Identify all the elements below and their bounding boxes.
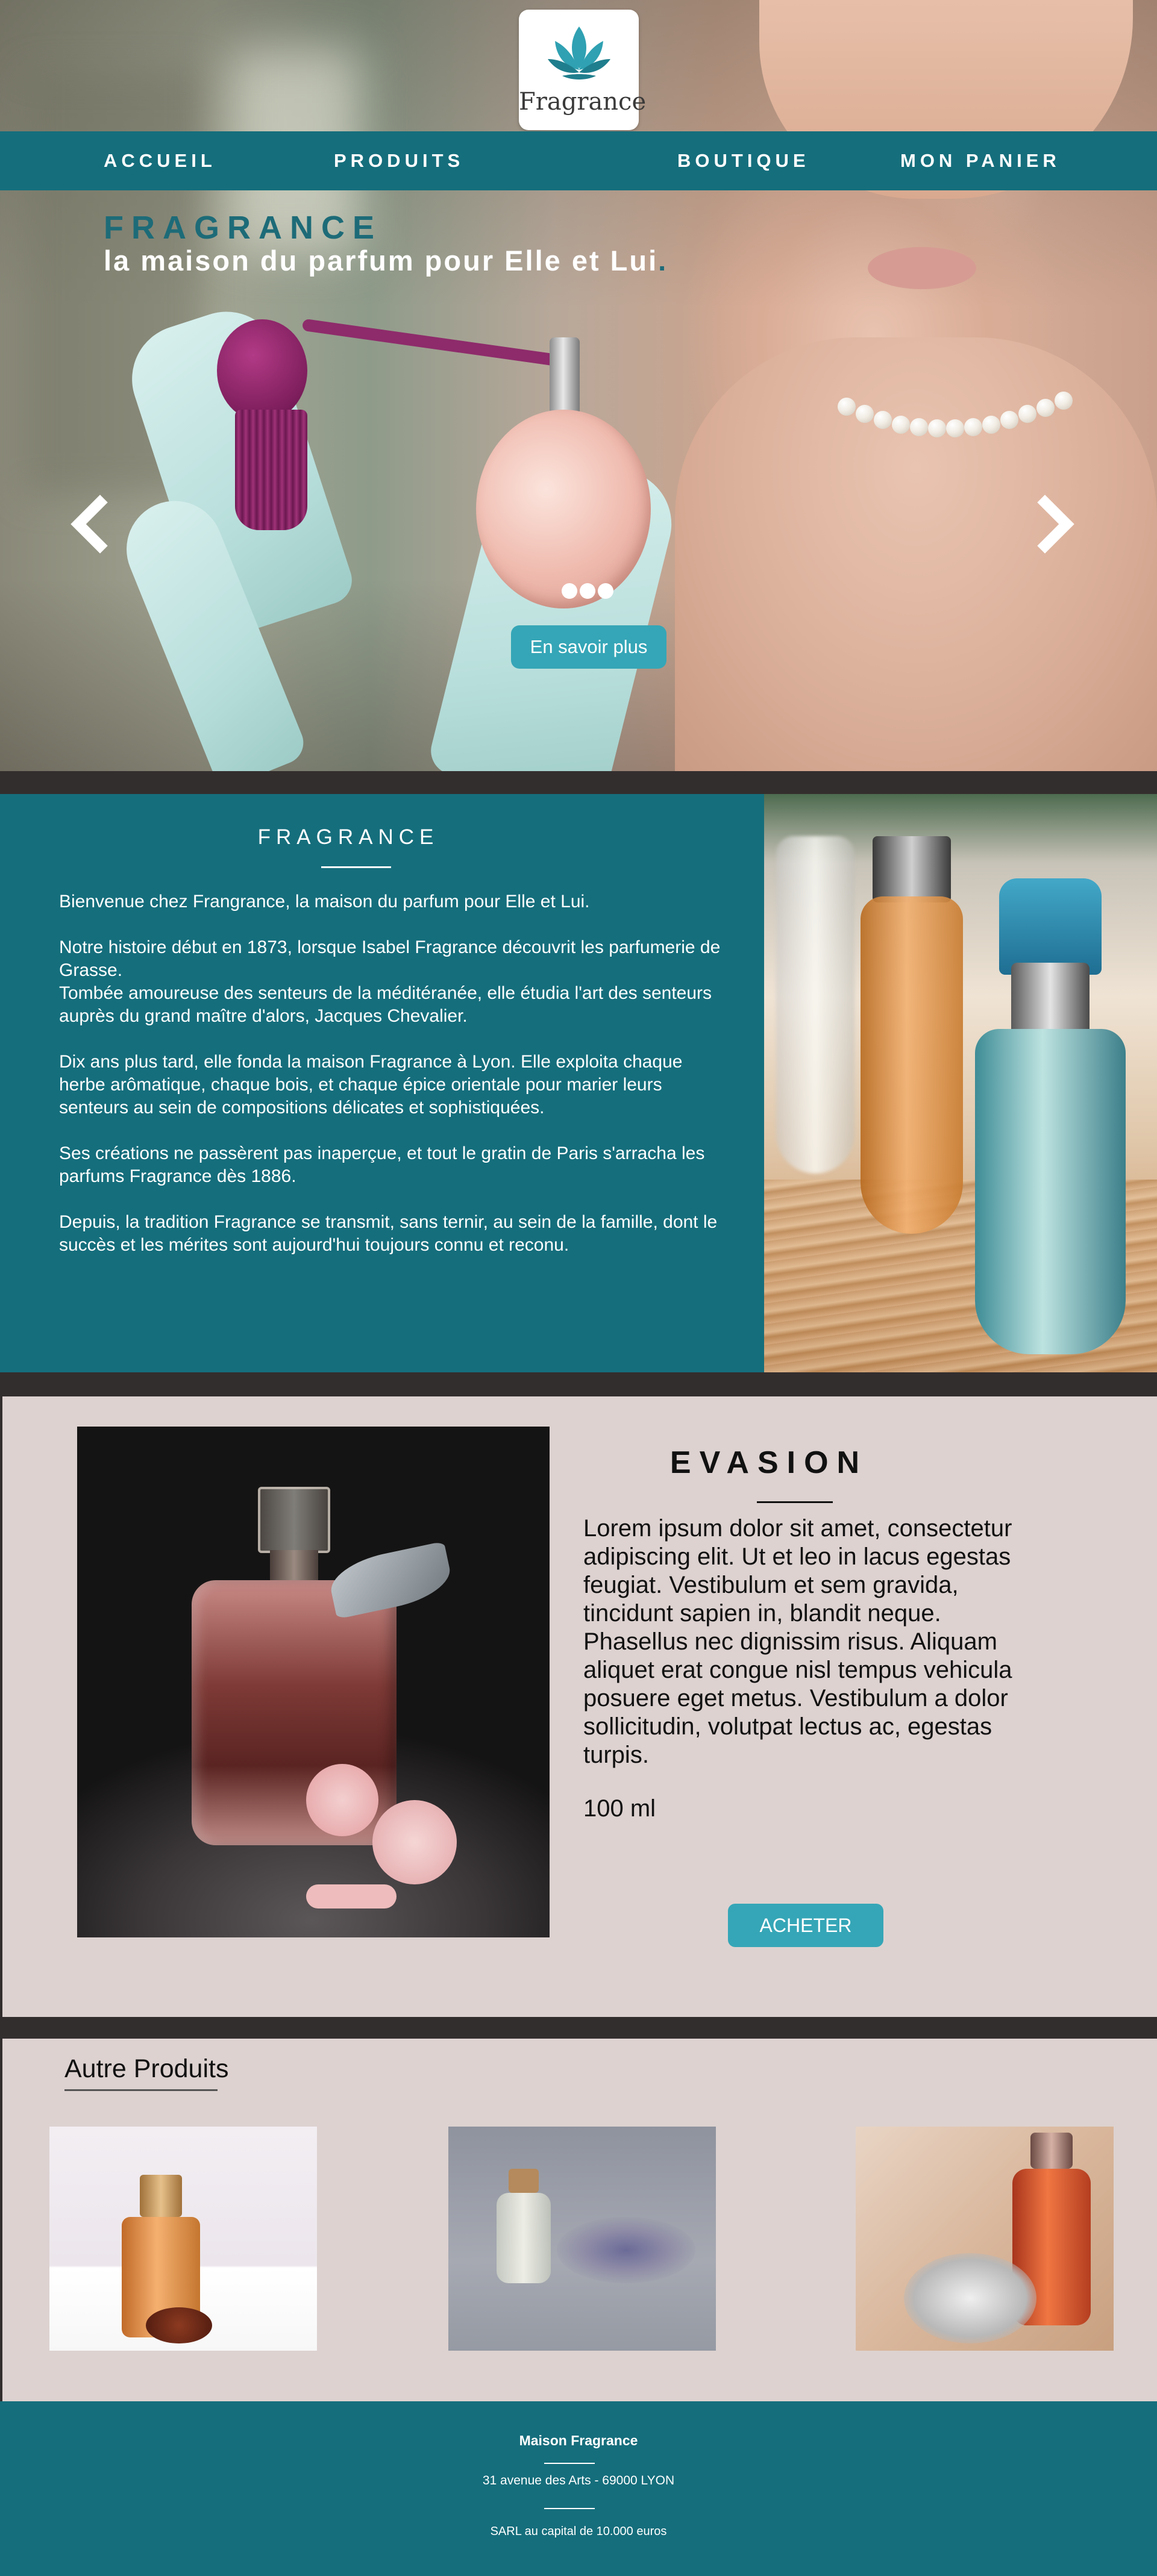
footer-divider bbox=[544, 2463, 595, 2464]
flower-decoration bbox=[372, 1800, 457, 1884]
footer-divider bbox=[544, 2508, 595, 2509]
flower-petals bbox=[306, 1884, 397, 1909]
other-products-section: Autre Produits bbox=[2, 2039, 1157, 2401]
about-paragraph: Ses créations ne passèrent pas inaperçue… bbox=[59, 1143, 705, 1186]
carousel-dot-3[interactable] bbox=[598, 583, 613, 599]
product-card-1[interactable] bbox=[49, 2127, 317, 2351]
nav-item-panier[interactable]: MON PANIER bbox=[900, 131, 1061, 190]
about-text: Bienvenue chez Frangrance, la maison du … bbox=[59, 890, 722, 1280]
hero-subtitle: la maison du parfum pour Elle et Lui. bbox=[104, 244, 668, 277]
about-paragraph: Dix ans plus tard, elle fonda la maison … bbox=[59, 1052, 683, 1118]
buy-button[interactable]: ACHETER bbox=[728, 1904, 883, 1947]
logo-text: Fragrance bbox=[519, 88, 647, 116]
perfume-cap-amber bbox=[873, 836, 951, 902]
product-volume: 100 ml bbox=[583, 1795, 656, 1822]
nav-item-produits[interactable]: PRODUITS bbox=[334, 131, 464, 190]
product-card-2-cork bbox=[509, 2169, 539, 2193]
footer: Maison Fragrance 31 avenue des Arts - 69… bbox=[0, 2401, 1157, 2576]
logo[interactable]: Fragrance bbox=[519, 10, 647, 130]
hero-lips bbox=[868, 247, 976, 289]
carousel-dot-1[interactable] bbox=[562, 583, 577, 599]
product-bottle-cap bbox=[258, 1487, 330, 1553]
hero-atomizer-tassel bbox=[235, 410, 307, 530]
product-image bbox=[77, 1427, 550, 1937]
perfume-bottle-amber bbox=[861, 896, 963, 1234]
perfume-bottle-blue bbox=[975, 1029, 1126, 1354]
product-description: Lorem ipsum dolor sit amet, consectetur … bbox=[583, 1515, 1012, 1768]
other-products-divider bbox=[64, 2089, 218, 2091]
chevron-right-icon-svg bbox=[1037, 495, 1074, 554]
product-card-3[interactable] bbox=[856, 2127, 1114, 2351]
about-paragraph: Bienvenue chez Frangrance, la maison du … bbox=[59, 892, 590, 911]
product-card-1-flower bbox=[146, 2307, 212, 2343]
product-divider bbox=[757, 1501, 833, 1503]
product-section: EVASION Lorem ipsum dolor sit amet, cons… bbox=[2, 1396, 1157, 2017]
about-heading: FRAGRANCE bbox=[257, 825, 439, 849]
main-nav: ACCUEIL PRODUITS BOUTIQUE MON PANIER bbox=[0, 131, 1157, 190]
about-image bbox=[764, 794, 1157, 1372]
lotus-icon bbox=[548, 27, 610, 80]
perfume-neck-blue bbox=[1011, 963, 1090, 1035]
product-title: EVASION bbox=[669, 1445, 868, 1480]
chevron-left-icon[interactable] bbox=[60, 494, 121, 554]
learn-more-button[interactable]: En savoir plus bbox=[511, 625, 666, 669]
product-card-2-lavender bbox=[557, 2217, 695, 2283]
other-products-title: Autre Produits bbox=[64, 2054, 229, 2083]
footer-legal: SARL au capital de 10.000 euros bbox=[490, 2525, 667, 2538]
nav-item-accueil[interactable]: ACCUEIL bbox=[104, 131, 216, 190]
hero-bottle-cap bbox=[550, 337, 580, 416]
about-paragraph: Notre histoire début en 1873, lorsque Is… bbox=[59, 937, 721, 1026]
nav-item-boutique[interactable]: BOUTIQUE bbox=[677, 131, 810, 190]
product-card-2-vial bbox=[497, 2193, 551, 2283]
hero-necklace bbox=[838, 392, 1091, 452]
product-card-3-shells bbox=[904, 2253, 1036, 2343]
about-paragraph: Depuis, la tradition Fragrance se transm… bbox=[59, 1212, 718, 1255]
about-section: FRAGRANCE Bienvenue chez Frangrance, la … bbox=[0, 794, 764, 1372]
product-card-2[interactable] bbox=[448, 2127, 716, 2351]
hero-subtitle-end: . bbox=[658, 245, 668, 277]
hero-title: FRAGRANCE bbox=[104, 210, 382, 246]
flower-decoration bbox=[306, 1764, 378, 1836]
footer-address: 31 avenue des Arts - 69000 LYON bbox=[482, 2474, 675, 2487]
chevron-right-icon[interactable] bbox=[1024, 494, 1085, 554]
hero-carousel: Fragrance ACCUEIL PRODUITS BOUTIQUE MON … bbox=[0, 0, 1157, 771]
hero-atomizer-bulb bbox=[217, 319, 307, 422]
product-card-1-cap bbox=[140, 2175, 182, 2217]
hero-subtitle-text: la maison du parfum pour Elle et Lui bbox=[104, 245, 659, 277]
product-bottle-ribbon bbox=[325, 1541, 456, 1619]
carousel-dot-2[interactable] bbox=[580, 583, 595, 599]
perfume-bottle-clear bbox=[776, 836, 854, 1174]
perfume-cap-blue bbox=[999, 878, 1102, 975]
product-card-3-cap bbox=[1030, 2133, 1073, 2169]
hero-bottle bbox=[476, 410, 651, 608]
about-divider bbox=[321, 866, 391, 868]
chevron-left-icon-svg bbox=[71, 495, 108, 554]
footer-company-name: Maison Fragrance bbox=[519, 2433, 638, 2448]
